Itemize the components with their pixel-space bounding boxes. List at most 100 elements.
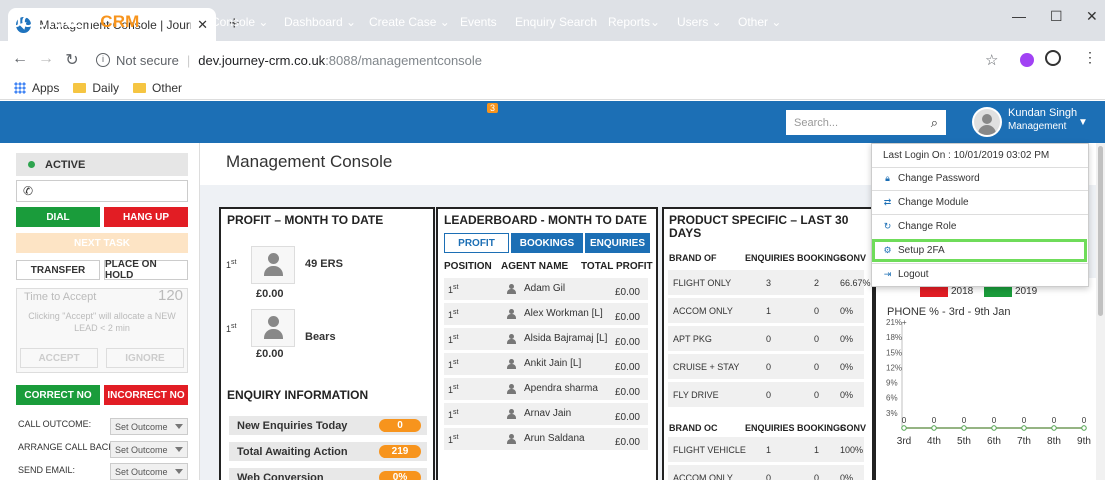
data-point: [961, 425, 967, 431]
accept-button[interactable]: ACCEPT: [20, 348, 98, 368]
next-task-button[interactable]: NEXT TASK: [16, 233, 188, 253]
bookmark-daily[interactable]: Daily: [73, 81, 119, 95]
enquiry-count-badge: 219: [379, 445, 421, 458]
data-label: 0: [1022, 416, 1027, 425]
send-email-select[interactable]: Set Outcome: [110, 463, 188, 480]
nav-create-case[interactable]: Create Case ⌄: [369, 15, 450, 29]
status-text: ACTIVE: [45, 158, 86, 171]
ignore-button[interactable]: IGNORE: [106, 348, 184, 368]
x-tick-label: 7th: [1017, 436, 1031, 447]
table-row: ACCOM ONLY 1 0 0%: [668, 298, 864, 325]
search-icon[interactable]: ⌕: [931, 115, 938, 131]
agent-icon: [506, 434, 516, 444]
x-tick-label: 9th: [1077, 436, 1091, 447]
hang-up-button[interactable]: HANG UP: [104, 207, 188, 227]
url-path: :8088/managementconsole: [325, 52, 483, 68]
table-row: 1st Alex Workman [L] £0.00: [444, 303, 648, 327]
column-header: TOTAL PROFIT: [581, 261, 653, 272]
rank: 1st: [448, 409, 458, 420]
menu-item-logout[interactable]: ⇥ Logout: [882, 269, 929, 280]
agent-profit: £0.00: [614, 412, 640, 423]
tab-enquiries[interactable]: ENQUIRIES: [585, 233, 650, 253]
caret-down-icon: [175, 424, 183, 429]
nav-users[interactable]: Users ⌄: [677, 15, 722, 29]
enquiry-count-badge: 0: [379, 419, 421, 432]
nav-console[interactable]: Console ⌄: [211, 15, 268, 29]
bookmark-star-icon[interactable]: ☆: [985, 51, 998, 69]
search-input[interactable]: Search... ⌕: [786, 110, 946, 135]
enquiry-row: New Enquiries Today 0: [229, 416, 427, 435]
nav-other[interactable]: Other ⌄: [738, 15, 781, 29]
brand-cell: FLIGHT ONLY: [673, 278, 732, 288]
incorrect-no-button[interactable]: INCORRECT NO: [104, 385, 188, 405]
caret-down-icon[interactable]: ▼: [1078, 117, 1088, 128]
scrollbar-thumb[interactable]: [1098, 146, 1103, 316]
events-count-badge: 3: [487, 103, 499, 113]
data-label: 0: [992, 416, 997, 425]
enquiry-label: Web Conversion: [237, 471, 324, 480]
url-separator: |: [186, 52, 191, 68]
back-arrow-icon[interactable]: ←: [8, 50, 32, 68]
menu-item-change-role[interactable]: ↻ Change Role: [882, 221, 957, 232]
minimize-icon[interactable]: —: [1012, 8, 1026, 24]
x-tick-label: 5th: [957, 436, 971, 447]
user-menu-toggle[interactable]: Kundan Singh Management: [1008, 107, 1077, 133]
bookmark-apps[interactable]: Apps: [14, 81, 59, 95]
column-header: BRAND OC: [669, 423, 718, 433]
more-vert-icon[interactable]: ⋮: [1083, 49, 1097, 66]
extension-icon[interactable]: [1020, 53, 1034, 67]
send-email-label: SEND EMAIL:: [18, 465, 76, 475]
bookmark-other[interactable]: Other: [133, 81, 182, 95]
conv-cell: 0%: [840, 473, 854, 480]
enquiry-label: New Enquiries Today: [237, 419, 348, 432]
correct-no-button[interactable]: CORRECT NO: [16, 385, 100, 405]
url-field[interactable]: i Not secure | dev.journey-crm.co.uk :80…: [96, 48, 1008, 72]
tab-bookings[interactable]: BOOKINGS: [511, 233, 583, 253]
rank-suffix: st: [231, 259, 237, 266]
window-close-icon[interactable]: ✕: [1086, 8, 1098, 25]
person-head: [268, 316, 279, 327]
profile-icon[interactable]: [1045, 50, 1061, 66]
enquiries-cell: 0: [766, 362, 772, 372]
call-outcome-select[interactable]: Set Outcome: [110, 418, 188, 435]
column-header: BOOKINGS: [797, 423, 847, 433]
enquiries-cell: 0: [766, 473, 772, 480]
info-icon[interactable]: i: [96, 53, 110, 67]
brand-crm: CRM: [100, 12, 140, 31]
conv-cell: 100%: [840, 445, 864, 455]
avatar[interactable]: [972, 107, 1002, 137]
menu-item-change-password[interactable]: 🔒︎ Change Password: [882, 173, 980, 184]
forward-arrow-icon[interactable]: →: [34, 50, 58, 68]
enquiries-cell: 1: [766, 306, 772, 316]
table-row: 1st Alsida Bajramaj [L] £0.00: [444, 328, 648, 352]
brand-logo[interactable]: JOURNEY CRM: [12, 12, 140, 32]
nav-reports[interactable]: Reports⌄: [608, 15, 660, 29]
bookings-cell: 0: [814, 362, 820, 372]
profit-rank: 1st: [226, 259, 236, 270]
arrange-call-back-select[interactable]: Set Outcome: [110, 441, 188, 458]
agent-icon: [506, 384, 516, 394]
bookmark-label: Daily: [92, 81, 120, 95]
nav-dashboard[interactable]: Dashboard ⌄: [284, 15, 356, 29]
url-host: dev.journey-crm.co.uk: [198, 52, 326, 68]
tab-profit[interactable]: PROFIT: [444, 233, 509, 253]
dial-button[interactable]: DIAL: [16, 207, 100, 227]
reload-icon[interactable]: ↻: [60, 50, 84, 70]
x-tick-label: 6th: [987, 436, 1001, 447]
rank: 1st: [448, 384, 458, 395]
agent-icon: [506, 309, 516, 319]
maximize-icon[interactable]: ☐: [1050, 8, 1063, 25]
nav-events[interactable]: Events: [460, 15, 497, 29]
transfer-button[interactable]: TRANSFER: [16, 260, 100, 280]
data-point: [1051, 425, 1057, 431]
rank-suffix: st: [231, 323, 237, 330]
menu-item-change-module[interactable]: ⇄ Change Module: [882, 197, 969, 208]
brand-cell: FLIGHT VEHICLE: [673, 445, 746, 455]
nav-enquiry-search[interactable]: Enquiry Search: [515, 15, 597, 29]
phone-number-input[interactable]: ✆: [16, 180, 188, 202]
place-on-hold-button[interactable]: PLACE ON HOLD: [104, 259, 188, 281]
call-outcome-label: CALL OUTCOME:: [18, 419, 92, 429]
agent-name: Arnav Jain: [524, 408, 572, 419]
agent-icon: [506, 409, 516, 419]
close-icon[interactable]: ✕: [197, 17, 208, 33]
